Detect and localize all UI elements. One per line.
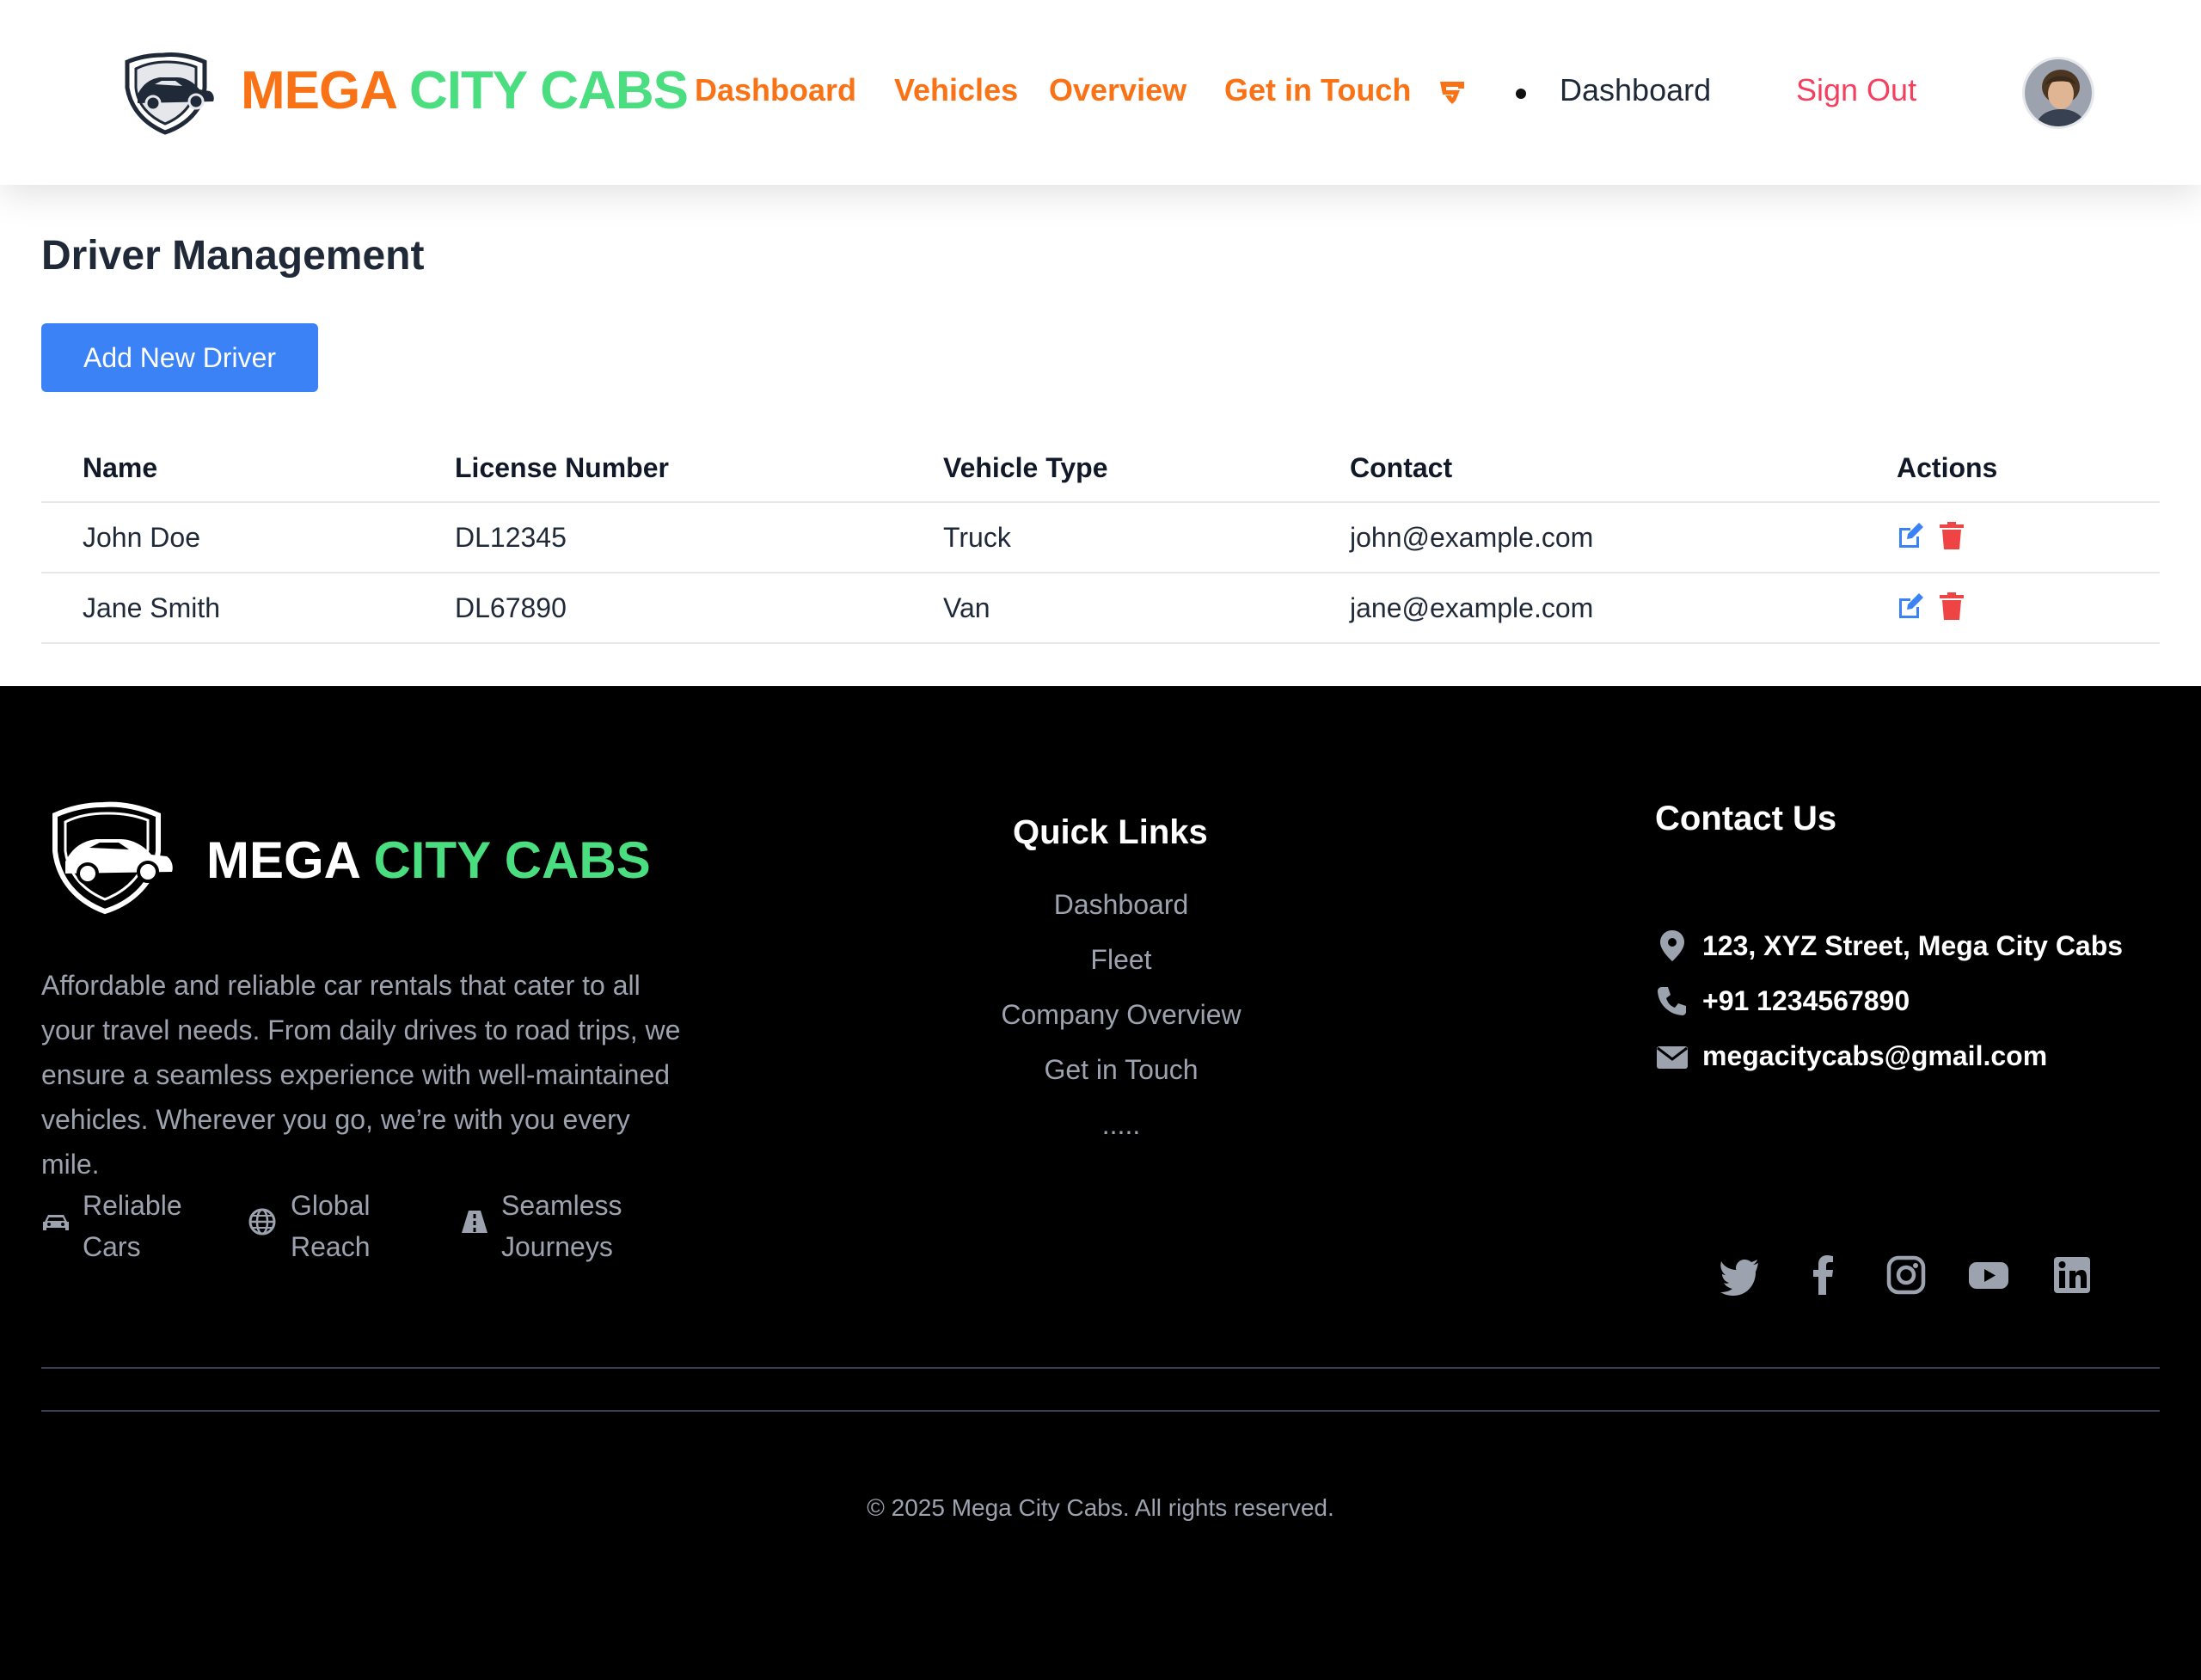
feature-line: Global: [291, 1190, 371, 1221]
car-shield-logo-icon: [52, 801, 173, 915]
feature-line: Seamless: [501, 1190, 622, 1221]
column-header-vehicle-type: Vehicle Type: [943, 451, 1108, 483]
footer-brand-name: MEGA CITY CABS: [206, 831, 651, 890]
footer-link-company-overview[interactable]: Company Overview: [860, 999, 1383, 1031]
column-header-name: Name: [83, 451, 158, 483]
footer: MEGA CITY CABS Affordable and reliable c…: [0, 686, 2201, 1680]
feature-global-reach: Global Reach: [291, 1185, 371, 1267]
facebook-icon[interactable]: [1802, 1254, 1845, 1297]
drivers-table: Name License Number Vehicle Type Contact…: [41, 434, 2160, 644]
g-brand-icon[interactable]: [1438, 77, 1467, 107]
driver-contact: jane@example.com: [1350, 592, 1594, 623]
nav-link-vehicles[interactable]: Vehicles: [894, 72, 1018, 108]
table-row: John Doe DL12345 Truck john@example.com: [41, 503, 2160, 573]
nav-link-get-in-touch[interactable]: Get in Touch: [1224, 72, 1411, 108]
column-header-contact: Contact: [1350, 451, 1453, 483]
footer-divider: [41, 1367, 2160, 1369]
feature-seamless-journeys: Seamless Journeys: [501, 1185, 622, 1267]
feature-reliable-cars: Reliable Cars: [83, 1185, 182, 1267]
contact-email[interactable]: megacitycabs@gmail.com: [1702, 1040, 2047, 1072]
driver-license: DL12345: [455, 521, 567, 553]
page-title: Driver Management: [41, 233, 425, 279]
road-icon: [462, 1211, 487, 1233]
delete-icon[interactable]: [1936, 520, 1967, 551]
driver-contact: john@example.com: [1350, 521, 1594, 553]
footer-link-get-in-touch[interactable]: Get in Touch: [860, 1054, 1383, 1086]
globe-icon: [248, 1208, 276, 1235]
driver-vehicle-type: Van: [943, 592, 990, 623]
footer-link-fleet[interactable]: Fleet: [860, 944, 1383, 976]
feature-line: Reliable: [83, 1190, 182, 1221]
youtube-icon[interactable]: [1967, 1254, 2010, 1297]
brand-city: CITY CABS: [408, 61, 689, 120]
user-avatar[interactable]: [2022, 57, 2094, 129]
table-row: Jane Smith DL67890 Van jane@example.com: [41, 573, 2160, 644]
footer-link-more[interactable]: .....: [860, 1109, 1383, 1141]
contact-phone: +91 1234567890: [1702, 985, 1910, 1016]
driver-vehicle-type: Truck: [943, 521, 1011, 553]
top-navbar: MEGA CITY CABS Dashboard Vehicles Overvi…: [0, 0, 2201, 185]
column-header-actions: Actions: [1897, 451, 1998, 483]
brand-name[interactable]: MEGA CITY CABS: [241, 60, 689, 121]
add-new-driver-button[interactable]: Add New Driver: [41, 323, 318, 392]
car-icon: [43, 1215, 69, 1230]
edit-icon[interactable]: [1895, 520, 1926, 551]
feature-line: Journeys: [501, 1231, 613, 1262]
feature-line: Cars: [83, 1231, 141, 1262]
footer-link-dashboard[interactable]: Dashboard: [860, 889, 1383, 921]
delete-icon[interactable]: [1936, 591, 1967, 622]
location-pin-icon: [1660, 930, 1684, 961]
car-shield-logo-icon[interactable]: [120, 50, 217, 136]
bullet-dot: [1516, 89, 1526, 99]
quick-links-title: Quick Links: [1013, 813, 1208, 851]
column-header-license: License Number: [455, 451, 669, 483]
contact-us-title: Contact Us: [1655, 800, 1837, 837]
copyright-text: © 2025 Mega City Cabs. All rights reserv…: [867, 1494, 1334, 1521]
avatar-image: [2025, 59, 2092, 126]
mail-icon: [1657, 1046, 1688, 1069]
footer-brand-city: CITY CABS: [373, 831, 651, 889]
nav-link-dashboard[interactable]: Dashboard: [695, 72, 856, 108]
linkedin-icon[interactable]: [2051, 1254, 2094, 1297]
driver-license: DL67890: [455, 592, 567, 623]
contact-address: 123, XYZ Street, Mega City Cabs: [1702, 930, 2124, 961]
edit-icon[interactable]: [1895, 591, 1926, 622]
nav-link-overview[interactable]: Overview: [1049, 72, 1186, 108]
driver-name: John Doe: [83, 521, 200, 553]
footer-divider: [41, 1410, 2160, 1412]
driver-name: Jane Smith: [83, 592, 221, 623]
feature-line: Reach: [291, 1231, 371, 1262]
footer-brand-mega: MEGA: [206, 831, 359, 889]
footer-description: Affordable and reliable car rentals that…: [41, 970, 681, 1180]
brand-mega: MEGA: [241, 61, 396, 120]
instagram-icon[interactable]: [1885, 1254, 1928, 1297]
nav-link-dashboard-active[interactable]: Dashboard: [1560, 72, 1711, 108]
table-header-row: Name License Number Vehicle Type Contact…: [41, 434, 2160, 503]
phone-icon: [1658, 987, 1686, 1015]
sign-out-link[interactable]: Sign Out: [1796, 72, 1916, 108]
twitter-icon[interactable]: [1719, 1254, 1762, 1297]
